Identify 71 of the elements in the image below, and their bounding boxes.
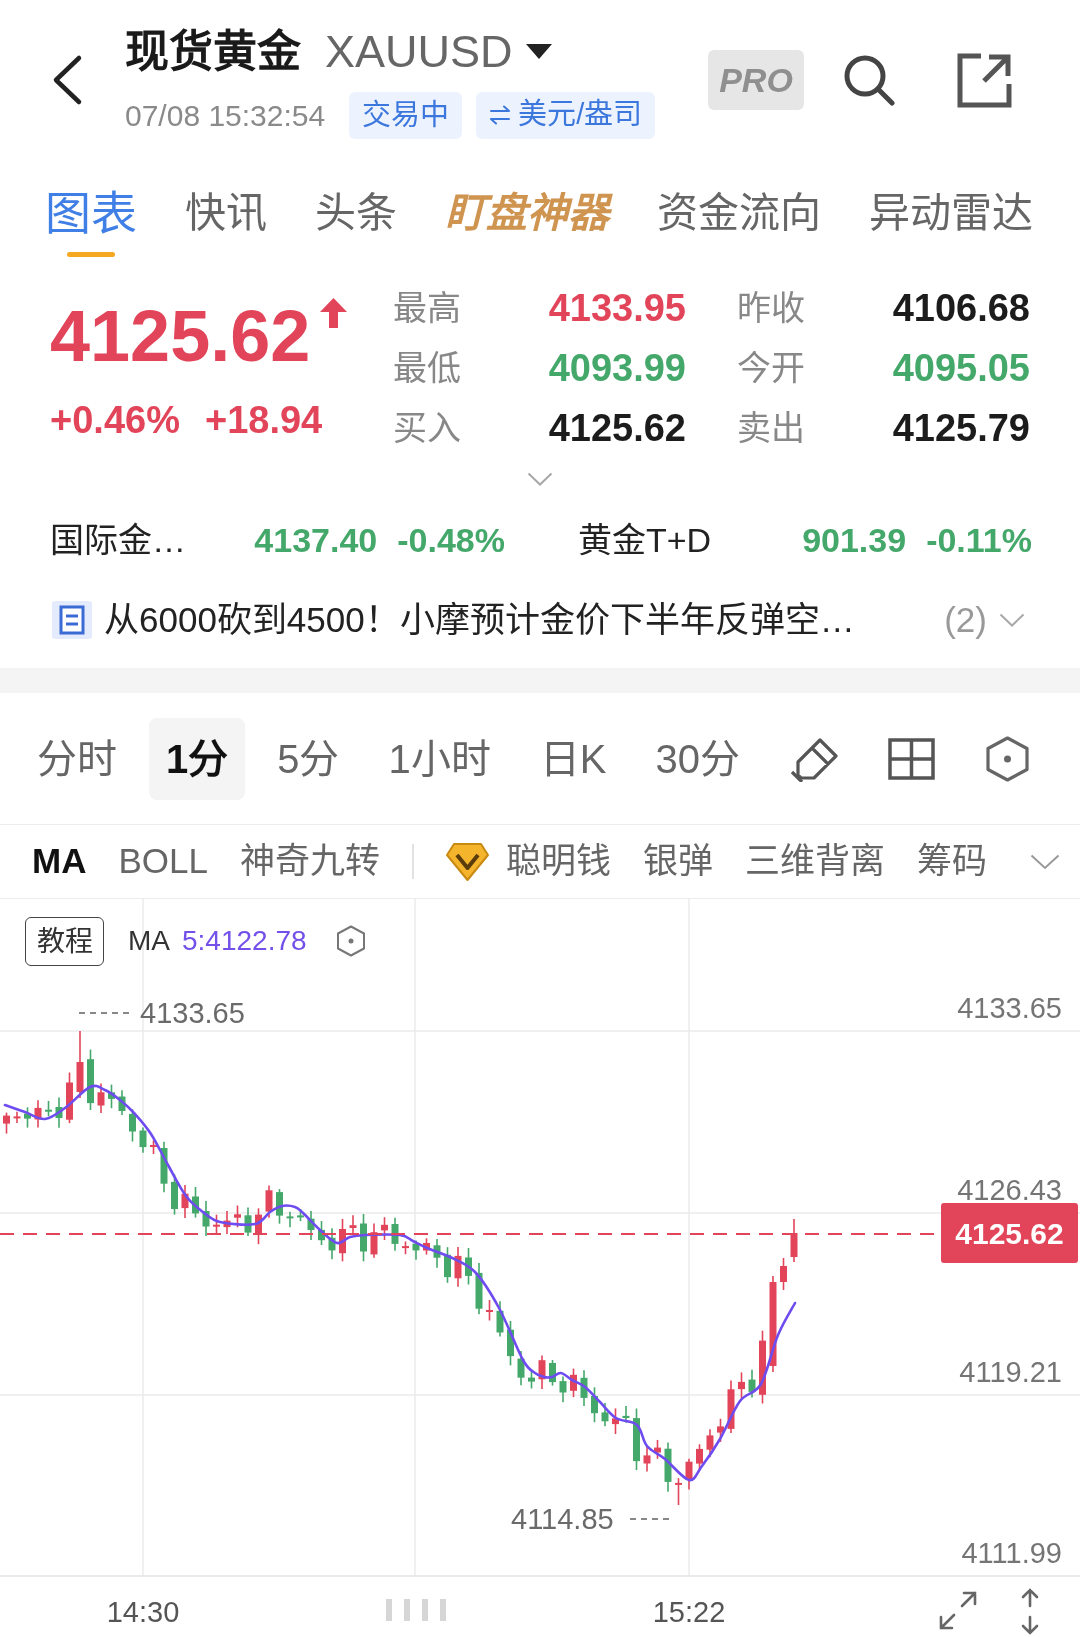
document-icon — [52, 601, 92, 639]
chevron-down-icon[interactable] — [1030, 853, 1060, 870]
indicator-tab[interactable]: BOLL — [118, 835, 208, 888]
tutorial-button[interactable]: 教程 — [25, 917, 104, 966]
period-tab[interactable]: 日K — [522, 717, 624, 800]
stat-label: 昨收 — [737, 287, 806, 329]
high-price-label: 4133.65 — [140, 996, 245, 1030]
news-count: (2) — [944, 598, 987, 641]
status-tag: 交易中 — [349, 91, 463, 139]
tab[interactable]: 快讯 — [185, 188, 267, 257]
price-value: 4125.62 — [50, 296, 311, 376]
pencil-icon[interactable] — [790, 735, 840, 782]
grid-icon[interactable] — [888, 737, 935, 780]
instrument-change: -0.11% — [926, 519, 1032, 561]
unit-label: 美元/盎司 — [518, 97, 643, 133]
period-tab[interactable]: 5分 — [260, 717, 357, 800]
period-tab[interactable]: 分时 — [20, 717, 134, 800]
time-label: 15:22 — [651, 1595, 727, 1629]
instrument-title: 现货黄金 — [125, 25, 301, 78]
indicator-tab[interactable]: 三维背离 — [744, 835, 885, 888]
axis-label: 4111.99 — [961, 1536, 1062, 1570]
news-headline[interactable]: 从6000砍到4500！小摩预计金价下半年反弹空… — [104, 593, 933, 647]
stat-label: 最低 — [393, 347, 462, 389]
caret-down-icon — [525, 44, 552, 59]
symbol-dropdown[interactable]: XAUUSD — [325, 21, 552, 82]
period-tab[interactable]: 1分 — [149, 717, 246, 800]
ma-value: 5:4122.78 — [182, 924, 307, 958]
indicator-tab[interactable]: 银弹 — [642, 835, 713, 888]
search-icon[interactable] — [843, 54, 895, 106]
stat-label: 卖出 — [737, 407, 806, 449]
drag-handle-icon[interactable] — [386, 1599, 448, 1621]
instrument-name[interactable]: 黄金T+D — [578, 514, 783, 566]
period-tab[interactable]: 30分 — [638, 717, 757, 800]
period-tab[interactable]: 1小时 — [371, 717, 508, 800]
change-percent: +0.46% — [50, 398, 180, 442]
stat-label: 买入 — [393, 407, 462, 449]
hexagon-icon[interactable] — [336, 925, 366, 957]
stat-value: 4106.68 — [891, 285, 1030, 331]
stat-value: 4125.62 — [547, 405, 686, 451]
axis-label: 4133.65 — [957, 991, 1062, 1025]
indicator-tab[interactable]: 聪明钱 — [445, 835, 611, 888]
tab[interactable]: 资金流向 — [657, 188, 821, 257]
tab[interactable]: 异动雷达 — [869, 188, 1033, 257]
share-icon[interactable] — [957, 52, 1012, 108]
diamond-icon — [445, 841, 489, 882]
indicator-label: MA — [128, 924, 170, 958]
stat-value: 4125.79 — [891, 405, 1030, 451]
tab[interactable]: 头条 — [315, 188, 397, 257]
instrument-name[interactable]: 国际金… — [50, 514, 235, 566]
axis-label: 4119.21 — [959, 1355, 1062, 1389]
swap-icon — [489, 105, 512, 125]
indicator-tab[interactable]: 筹码 — [916, 835, 987, 888]
indicator-tab[interactable]: 神奇九转 — [239, 835, 380, 888]
tab[interactable]: 图表 — [45, 188, 137, 257]
instrument-change: -0.48% — [397, 519, 505, 561]
instrument-price: 4137.40 — [254, 519, 378, 561]
change-value: +18.94 — [204, 398, 323, 442]
hexagon-icon[interactable] — [985, 735, 1030, 782]
low-price-label: 4114.85 — [511, 1502, 614, 1536]
last-price-tag: 4125.62 — [941, 1203, 1078, 1263]
instrument-price: 901.39 — [802, 519, 907, 561]
time-label: 14:30 — [105, 1595, 181, 1629]
stat-value: 4093.99 — [547, 345, 686, 391]
timestamp: 07/08 15:32:54 — [125, 97, 326, 134]
expand-icon[interactable] — [938, 1590, 978, 1631]
stat-value: 4095.05 — [891, 345, 1030, 391]
vertical-arrows-icon[interactable] — [1021, 1588, 1039, 1635]
stat-label: 今开 — [737, 347, 806, 389]
stat-value: 4133.95 — [547, 285, 686, 331]
indicator-tab[interactable]: MA — [32, 835, 87, 888]
stat-label: 最高 — [393, 287, 462, 329]
